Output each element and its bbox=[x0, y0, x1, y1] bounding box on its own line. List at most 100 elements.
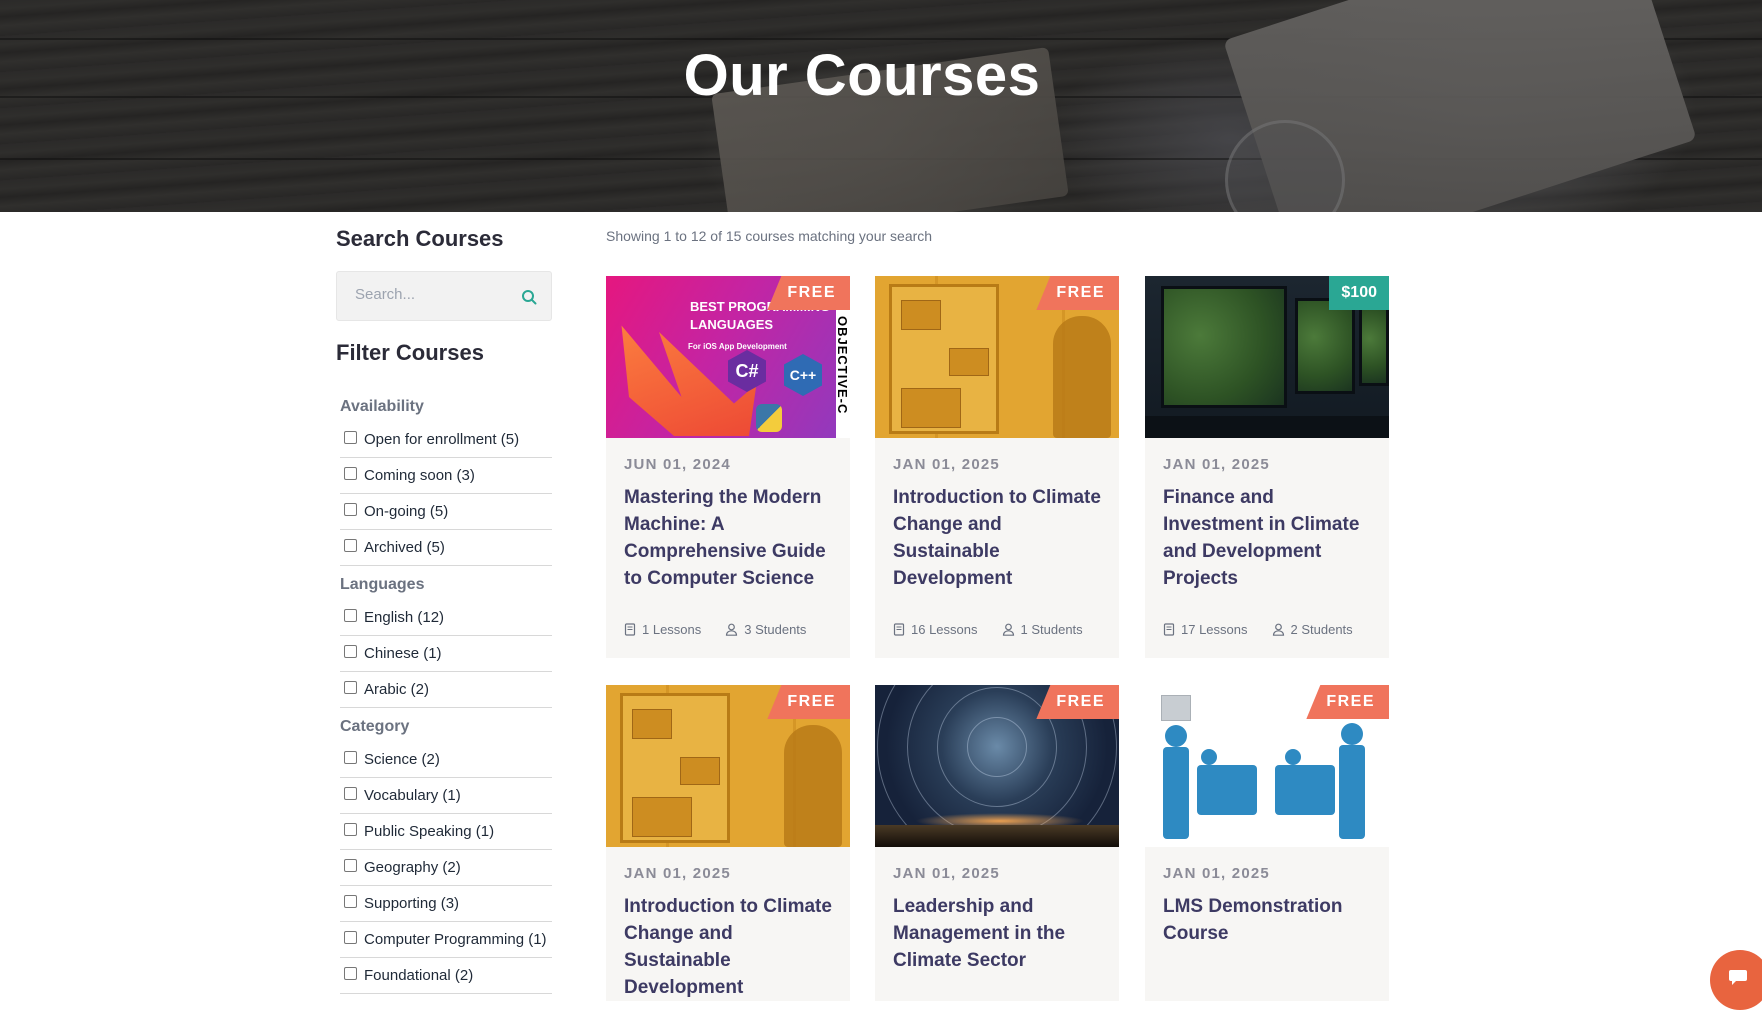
checkbox[interactable] bbox=[344, 859, 357, 872]
lessons-count: 17 Lessons bbox=[1163, 622, 1248, 637]
filter-option[interactable]: Public Speaking (1) bbox=[340, 814, 552, 850]
price-badge: FREE bbox=[1306, 685, 1389, 719]
filter-option-label: Foundational (2) bbox=[364, 967, 474, 984]
students-count: 1 Students bbox=[1002, 622, 1083, 637]
filter-option[interactable]: Arabic (2) bbox=[340, 672, 552, 708]
filter-option-label: Open for enrollment (5) bbox=[364, 431, 520, 448]
course-card[interactable]: FREE JAN 01, 2025 LMS Demonstration Cour… bbox=[1145, 685, 1389, 1001]
filter-option[interactable]: Chinese (1) bbox=[340, 636, 552, 672]
thumbnail-ground bbox=[875, 825, 1119, 847]
filter-list: Availability Open for enrollment (5) Com… bbox=[340, 392, 552, 994]
filter-option[interactable]: Open for enrollment (5) bbox=[340, 422, 552, 458]
user-icon bbox=[1002, 623, 1014, 636]
price-badge: $100 bbox=[1329, 276, 1389, 310]
filter-option-label: Vocabulary (1) bbox=[364, 787, 461, 804]
students-count: 2 Students bbox=[1272, 622, 1353, 637]
checkbox[interactable] bbox=[344, 751, 357, 764]
filter-option-label: Arabic (2) bbox=[364, 681, 430, 698]
course-title[interactable]: Mastering the Modern Machine: A Comprehe… bbox=[624, 484, 836, 592]
course-title[interactable]: LMS Demonstration Course bbox=[1163, 893, 1375, 947]
course-date: JAN 01, 2025 bbox=[893, 865, 1000, 882]
filter-option[interactable]: Science (2) bbox=[340, 742, 552, 778]
lessons-label: 1 Lessons bbox=[642, 622, 702, 637]
checkbox[interactable] bbox=[344, 931, 357, 944]
checkbox[interactable] bbox=[344, 967, 357, 980]
thumbnail-person bbox=[1053, 316, 1111, 438]
figure-head bbox=[1285, 749, 1301, 765]
course-card[interactable]: $100 JAN 01, 2025 Finance and Investment… bbox=[1145, 276, 1389, 658]
filter-option-label: English (12) bbox=[364, 609, 445, 626]
filter-option[interactable]: English (12) bbox=[340, 600, 552, 636]
students-label: 3 Students bbox=[744, 622, 807, 637]
filter-option[interactable]: On-going (5) bbox=[340, 494, 552, 530]
students-label: 2 Students bbox=[1290, 622, 1353, 637]
thumbnail-chart-panel bbox=[901, 300, 941, 330]
search-box bbox=[336, 271, 552, 321]
course-date: JAN 01, 2025 bbox=[624, 865, 731, 882]
thumbnail-side-text: OBJECTIVE-C bbox=[835, 316, 850, 415]
checkbox[interactable] bbox=[344, 467, 357, 480]
students-label: 1 Students bbox=[1020, 622, 1083, 637]
filter-group-title: Category bbox=[340, 718, 410, 735]
search-heading: Search Courses bbox=[336, 226, 504, 251]
thumbnail-desk bbox=[1145, 416, 1389, 438]
checkbox[interactable] bbox=[344, 431, 357, 444]
book-icon bbox=[1163, 623, 1175, 636]
checkbox[interactable] bbox=[344, 503, 357, 516]
course-card[interactable]: FREE JAN 01, 2025 Introduction to Climat… bbox=[606, 685, 850, 1001]
lessons-count: 1 Lessons bbox=[624, 622, 701, 637]
price-badge: FREE bbox=[767, 685, 850, 719]
filter-option[interactable]: Vocabulary (1) bbox=[340, 778, 552, 814]
checkbox[interactable] bbox=[344, 787, 357, 800]
course-card[interactable]: BEST PROGRAMMING LANGUAGES For iOS App D… bbox=[606, 276, 850, 658]
course-title[interactable]: Leadership and Management in the Climate… bbox=[893, 893, 1105, 974]
page-title: Our Courses bbox=[683, 43, 1041, 108]
course-card[interactable]: FREE JAN 01, 2025 Leadership and Managem… bbox=[875, 685, 1119, 1001]
course-date: JAN 01, 2025 bbox=[1163, 456, 1270, 473]
filter-option-label: Coming soon (3) bbox=[364, 467, 475, 484]
filter-option[interactable]: Coming soon (3) bbox=[340, 458, 552, 494]
cpp-logo-icon: C++ bbox=[784, 354, 822, 396]
price-badge: FREE bbox=[1036, 276, 1119, 310]
filter-option[interactable]: Foundational (2) bbox=[340, 958, 552, 994]
course-title[interactable]: Introduction to Climate Change and Susta… bbox=[624, 893, 836, 1001]
course-card[interactable]: FREE JAN 01, 2025 Introduction to Climat… bbox=[875, 276, 1119, 658]
filter-option[interactable]: Geography (2) bbox=[340, 850, 552, 886]
user-icon bbox=[726, 623, 738, 636]
thumbnail-chart-panel bbox=[680, 757, 720, 785]
course-title[interactable]: Introduction to Climate Change and Susta… bbox=[893, 484, 1105, 592]
thumbnail-chart-panel bbox=[901, 388, 961, 428]
filter-option-label: Chinese (1) bbox=[364, 645, 442, 662]
chat-button[interactable] bbox=[1710, 950, 1762, 1010]
filter-option[interactable]: Supporting (3) bbox=[340, 886, 552, 922]
filter-heading: Filter Courses bbox=[336, 340, 484, 365]
filter-option-label: Public Speaking (1) bbox=[364, 823, 495, 840]
course-date: JUN 01, 2024 bbox=[624, 456, 731, 473]
course-title[interactable]: Finance and Investment in Climate and De… bbox=[1163, 484, 1375, 592]
thumbnail-chart-panel bbox=[632, 709, 672, 739]
search-input[interactable] bbox=[355, 286, 505, 303]
thumbnail-person bbox=[784, 725, 842, 847]
thumbnail-subline: For iOS App Development bbox=[688, 342, 787, 351]
course-meta: 17 Lessons 2 Students bbox=[1163, 622, 1377, 637]
filter-option-label: Science (2) bbox=[364, 751, 440, 768]
checkbox[interactable] bbox=[344, 645, 357, 658]
filter-option-label: Geography (2) bbox=[364, 859, 461, 876]
course-date: JAN 01, 2025 bbox=[893, 456, 1000, 473]
search-icon[interactable] bbox=[521, 289, 537, 305]
checkbox[interactable] bbox=[344, 609, 357, 622]
figure-group bbox=[1197, 765, 1257, 815]
user-icon bbox=[1272, 623, 1284, 636]
students-count: 3 Students bbox=[725, 622, 806, 637]
figure-body bbox=[1163, 747, 1189, 839]
thumbnail-monitor bbox=[1359, 306, 1389, 386]
checkbox[interactable] bbox=[344, 539, 357, 552]
checkbox[interactable] bbox=[344, 823, 357, 836]
filter-option-label: On-going (5) bbox=[364, 503, 449, 520]
filter-option[interactable]: Archived (5) bbox=[340, 530, 552, 566]
filter-option-label: Supporting (3) bbox=[364, 895, 460, 912]
checkbox[interactable] bbox=[344, 681, 357, 694]
filter-option[interactable]: Computer Programming (1) bbox=[340, 922, 552, 958]
checkbox[interactable] bbox=[344, 895, 357, 908]
thumbnail-monitor bbox=[1161, 286, 1287, 408]
